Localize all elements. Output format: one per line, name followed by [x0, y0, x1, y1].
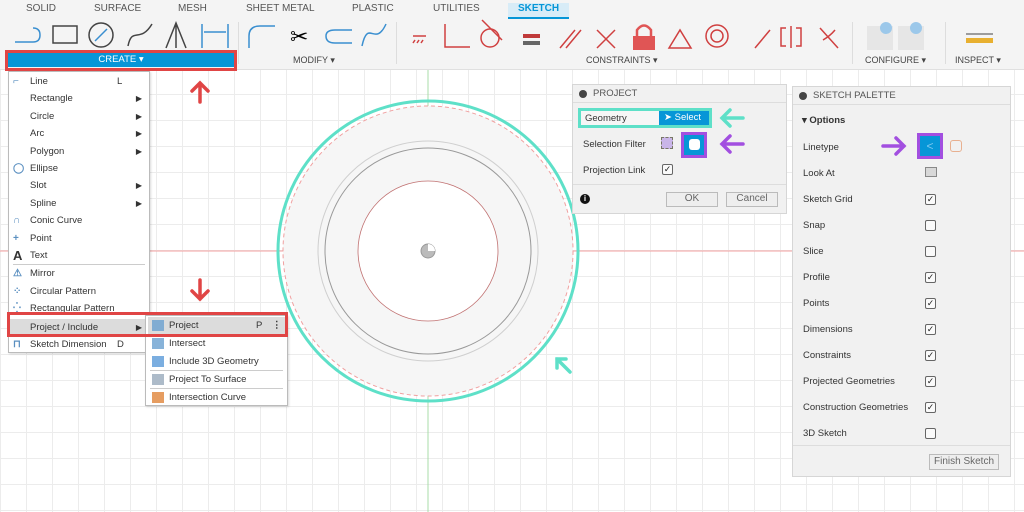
teal-left-arrow-icon	[719, 108, 745, 128]
red-down-arrow-icon	[190, 278, 210, 302]
purple-right-arrow-icon	[881, 136, 907, 156]
purple-left-arrow-icon	[719, 134, 745, 154]
annotation-arrows	[190, 80, 907, 374]
red-up-arrow-icon	[190, 80, 210, 104]
teal-diagonal-arrow-icon	[555, 357, 572, 374]
